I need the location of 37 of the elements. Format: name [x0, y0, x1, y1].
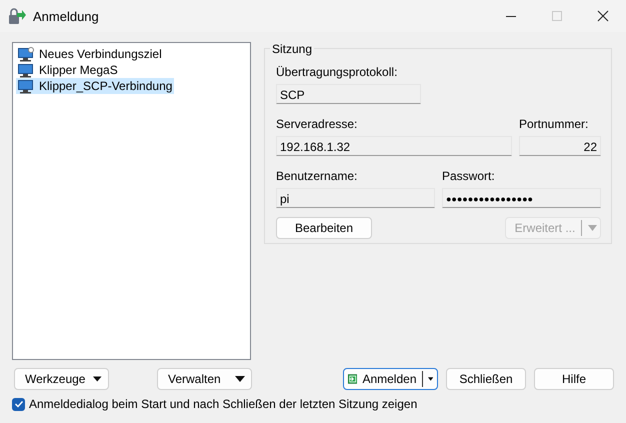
window-title: Anmeldung [33, 8, 99, 24]
site-label: Klipper MegaS [39, 63, 118, 77]
field-label: Benutzername: [276, 169, 358, 183]
checkbox-label: Anmeldedialog beim Start und nach Schließen der letzten Sitzung zeigen [29, 397, 418, 411]
site-item[interactable]: Neues Verbindungsziel [16, 46, 164, 62]
username-field[interactable]: pi [276, 188, 435, 208]
field-label: Passwort: [442, 169, 496, 183]
dropdown-button[interactable]: Verwalten [157, 368, 252, 390]
dialog-button[interactable]: Schließen [446, 368, 526, 390]
protocol-field[interactable]: SCP [276, 84, 421, 104]
login-icon [348, 371, 358, 387]
site-label: Neues Verbindungsziel [39, 47, 162, 61]
site-label: Klipper_SCP-Verbindung [39, 79, 172, 93]
dropdown-button[interactable]: Werkzeuge [14, 368, 109, 390]
startup-checkbox[interactable]: Anmeldedialog beim Start und nach Schließen der letzten Sitzung zeigen [12, 397, 614, 411]
monitor-icon [18, 62, 34, 78]
dialog-button[interactable]: Hilfe [534, 368, 614, 390]
lock-icon [8, 7, 26, 25]
group-title: Sitzung [270, 42, 314, 56]
field-label: Serveradresse: [276, 117, 358, 131]
field-label: Übertragungsprotokoll: [276, 65, 398, 79]
password-field[interactable]: ●●●●●●●●●●●●●●●● [442, 188, 601, 208]
caret-icon [428, 376, 433, 382]
edit-button[interactable]: Bearbeiten [276, 217, 372, 239]
field-label: Portnummer: [519, 117, 590, 131]
login-button[interactable]: Anmelden [343, 368, 438, 390]
maximize-icon [551, 10, 563, 22]
port-field[interactable]: 22 [519, 136, 601, 156]
checkbox[interactable] [12, 398, 25, 410]
caret-icon [588, 225, 598, 231]
site-item[interactable]: Klipper_SCP-Verbindung [16, 78, 174, 94]
site-item[interactable]: Klipper MegaS [16, 62, 120, 78]
host-field[interactable]: 192.168.1.32 [276, 136, 512, 156]
close-icon [597, 10, 609, 22]
caret-icon [235, 376, 245, 382]
caret-icon [93, 376, 102, 382]
monitor-icon [18, 78, 34, 94]
